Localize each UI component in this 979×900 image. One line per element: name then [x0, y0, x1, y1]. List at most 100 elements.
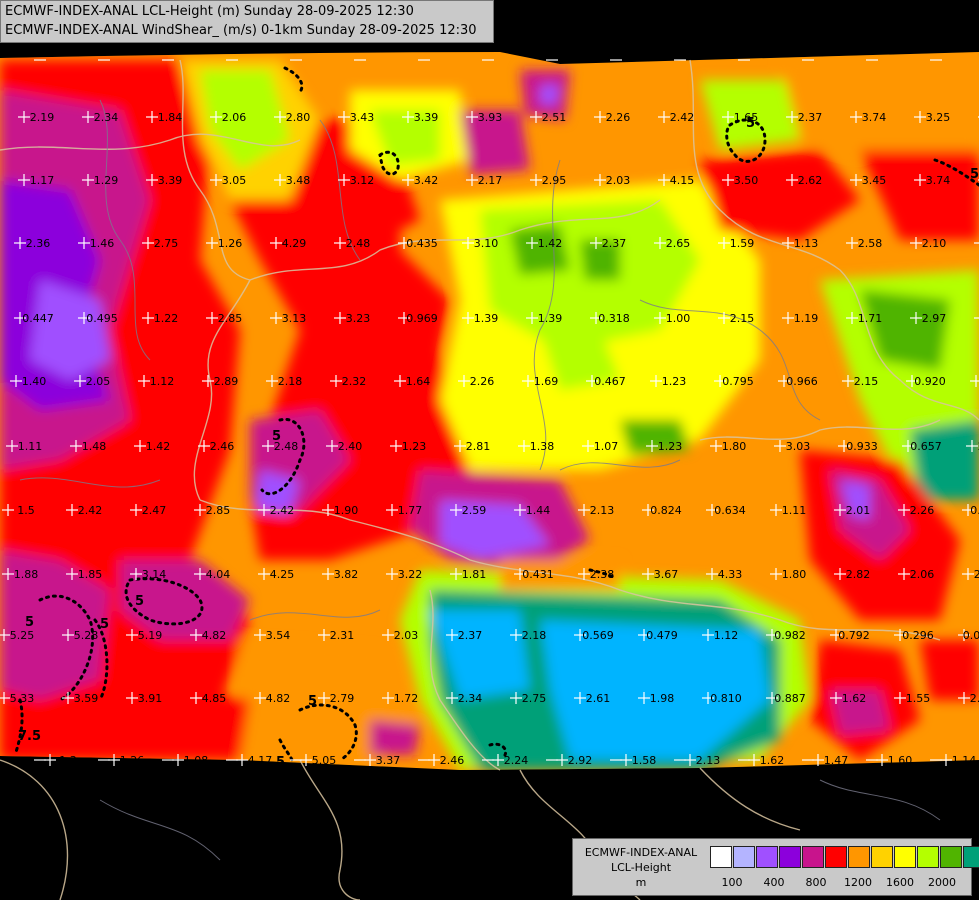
- legend-swatches: [710, 846, 979, 868]
- grid-value-label: 3.91: [138, 692, 163, 705]
- grid-value-label: 2.19: [30, 111, 55, 124]
- grid-value-label: 2.81: [466, 440, 491, 453]
- grid-value-label: 3.48: [286, 174, 311, 187]
- grid-value-label: 2.17: [478, 174, 503, 187]
- grid-value-label: 1.29: [94, 174, 119, 187]
- grid-value-label: 1.48: [82, 440, 107, 453]
- grid-value-label: 2.37: [602, 237, 627, 250]
- grid-value-label: 2.34: [458, 692, 483, 705]
- grid-value-label: 2.75: [522, 692, 547, 705]
- grid-value-label: 3.74: [926, 174, 951, 187]
- grid-value-label: 1.17: [30, 174, 55, 187]
- map-header: ECMWF-INDEX-ANAL LCL-Height (m) Sunday 2…: [0, 0, 494, 43]
- grid-value-label: 0.447: [22, 312, 54, 325]
- grid-value-label: 2.61: [586, 692, 611, 705]
- grid-value-label: 1.72: [394, 692, 419, 705]
- grid-value-label: 2.58: [858, 237, 883, 250]
- grid-value-label: 2.85: [206, 504, 231, 517]
- grid-value-label: 2.01: [846, 504, 871, 517]
- grid-value-label: 4.17: [248, 754, 273, 767]
- grid-value-label: 1.07: [594, 440, 619, 453]
- grid-value-label: 1.19: [794, 312, 819, 325]
- grid-value-label: 1.42: [538, 237, 563, 250]
- grid-value-label: 1.64: [406, 375, 431, 388]
- grid-value-label: 4.82: [266, 692, 291, 705]
- grid-value-label: 2.51: [542, 111, 567, 124]
- grid-value-label: 5.25: [10, 629, 35, 642]
- grid-value-label: 0.296: [902, 629, 934, 642]
- grid-value-label: 1.71: [858, 312, 883, 325]
- grid-value-label: 1.69: [534, 375, 559, 388]
- grid-value-label: 3.54: [266, 629, 291, 642]
- grid-value-label: 2.06: [222, 111, 247, 124]
- grid-value-label: 2.03: [606, 174, 631, 187]
- grid-value-label: 0.966: [786, 375, 818, 388]
- legend-swatch: [825, 846, 847, 868]
- grid-value-label: 2.15: [730, 312, 755, 325]
- grid-value-label: 3.12: [350, 174, 375, 187]
- grid-value-label: 3.45: [862, 174, 887, 187]
- grid-value-label: 3.10: [474, 237, 499, 250]
- grid-value-label: 3.93: [478, 111, 503, 124]
- grid-value-label: 2.31: [330, 629, 355, 642]
- contour-label: 5: [25, 615, 34, 630]
- grid-value-label: 0.479: [646, 629, 678, 642]
- legend-tick-labels: 100 400 800 1200 1600 2000: [708, 876, 968, 890]
- grid-value-label: 1.26: [218, 237, 243, 250]
- grid-value-label: 1.39: [474, 312, 499, 325]
- grid-value-label: 1.12: [150, 375, 175, 388]
- grid-value-label: 5.33: [10, 692, 35, 705]
- grid-value-label: 2.37: [798, 111, 823, 124]
- grid-value-label: 2.42: [670, 111, 695, 124]
- contour-label: 5: [970, 167, 979, 182]
- legend-tick-label: 1200: [844, 876, 872, 889]
- grid-value-label: 1.11: [782, 504, 807, 517]
- grid-value-label: 2.46: [210, 440, 235, 453]
- grid-value-label: 2.18: [278, 375, 303, 388]
- grid-value-label: 1.90: [334, 504, 359, 517]
- grid-value-label: 2.26: [606, 111, 631, 124]
- legend-swatch: [963, 846, 979, 868]
- legend-swatch: [894, 846, 916, 868]
- grid-value-label: 1.81: [462, 568, 487, 581]
- grid-value-label: 2.95: [542, 174, 567, 187]
- legend-swatch: [940, 846, 962, 868]
- grid-value-label: 0.810: [710, 692, 742, 705]
- grid-value-label: 1.42: [146, 440, 171, 453]
- grid-value-label: 2.32: [342, 375, 367, 388]
- grid-value-label: 3.67: [654, 568, 679, 581]
- grid-value-label: 3.37: [376, 754, 401, 767]
- grid-value-label: 2.24: [504, 754, 529, 767]
- grid-value-label: 1.85: [78, 568, 103, 581]
- grid-value-label: 1.77: [398, 504, 423, 517]
- grid-value-label: 2.36: [26, 237, 51, 250]
- grid-value-label: 2.82: [846, 568, 871, 581]
- grid-value-label: 0.887: [774, 692, 806, 705]
- grid-value-label: 2.85: [218, 312, 243, 325]
- grid-value-label: 2.75: [154, 237, 179, 250]
- grid-value-label: 3.25: [926, 111, 951, 124]
- legend-parameter: LCL-Height: [610, 861, 672, 874]
- grid-value-label: 2.03: [394, 629, 419, 642]
- grid-value-label: 1.84: [158, 111, 183, 124]
- grid-value-label: 0.569: [582, 629, 614, 642]
- grid-value-label: 3.39: [414, 111, 439, 124]
- contour-label: 5: [272, 429, 281, 444]
- grid-value-label: 0.657: [910, 440, 942, 453]
- grid-value-label: 4.85: [202, 692, 227, 705]
- grid-value-label: 5.05: [312, 754, 337, 767]
- grid-value-label: 1.39: [538, 312, 563, 325]
- grid-value-label: 1.3: [59, 754, 77, 767]
- grid-value-label: 1.26: [120, 754, 145, 767]
- grid-value-label: 0.318: [598, 312, 630, 325]
- grid-value-label: 2.35: [974, 568, 979, 581]
- grid-value-label: 2.04: [970, 692, 979, 705]
- grid-value-label: 2.37: [458, 629, 483, 642]
- grid-value-label: 3.05: [222, 174, 247, 187]
- grid-value-label: 0.467: [594, 375, 626, 388]
- grid-value-label: 1.22: [154, 312, 179, 325]
- grid-value-label: 4.15: [670, 174, 695, 187]
- grid-value-label: 1.60: [888, 754, 913, 767]
- grid-value-label: 2.10: [922, 237, 947, 250]
- grid-value-label: 0.634: [714, 504, 746, 517]
